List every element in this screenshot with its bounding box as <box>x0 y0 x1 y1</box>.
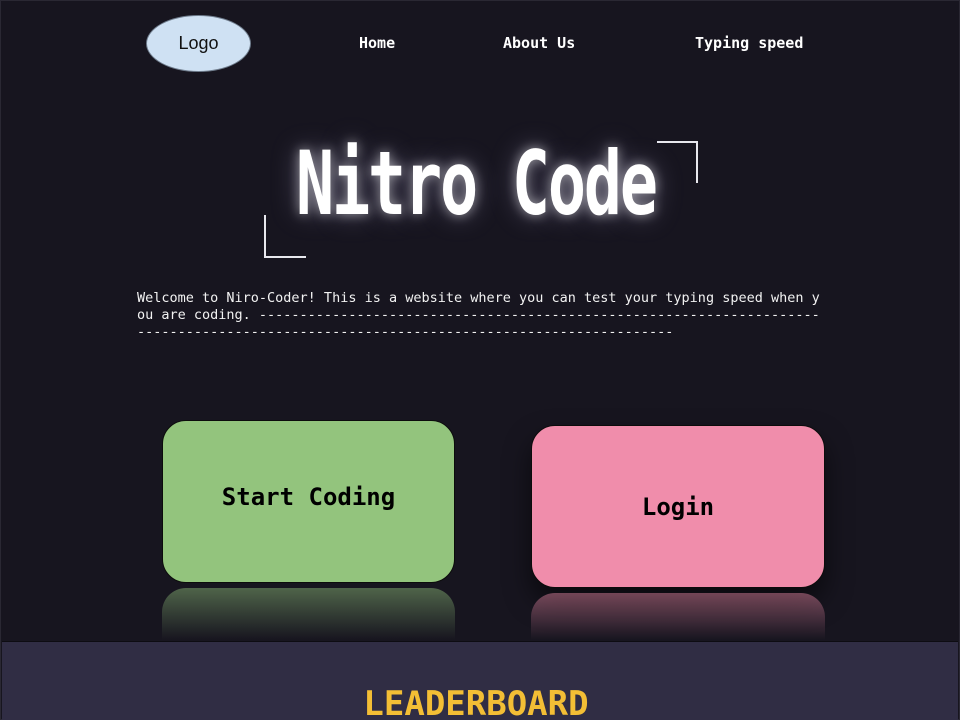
logo[interactable]: Logo <box>146 15 251 72</box>
corner-bracket-top-right <box>657 141 698 183</box>
login-button-reflection <box>531 593 825 640</box>
start-coding-button-reflection <box>162 588 455 640</box>
intro-text: Welcome to Niro-Coder! This is a website… <box>137 290 820 340</box>
leaderboard-title: LEADERBOARD <box>363 684 589 720</box>
login-button[interactable]: Login <box>531 425 825 588</box>
nav-link-typing-speed[interactable]: Typing speed <box>695 34 803 52</box>
hero-title: Nitro Code <box>296 132 658 235</box>
nav-link-about-us[interactable]: About Us <box>503 34 575 52</box>
logo-label: Logo <box>178 33 219 53</box>
nav-link-home[interactable]: Home <box>359 34 395 52</box>
start-coding-button[interactable]: Start Coding <box>162 420 455 583</box>
